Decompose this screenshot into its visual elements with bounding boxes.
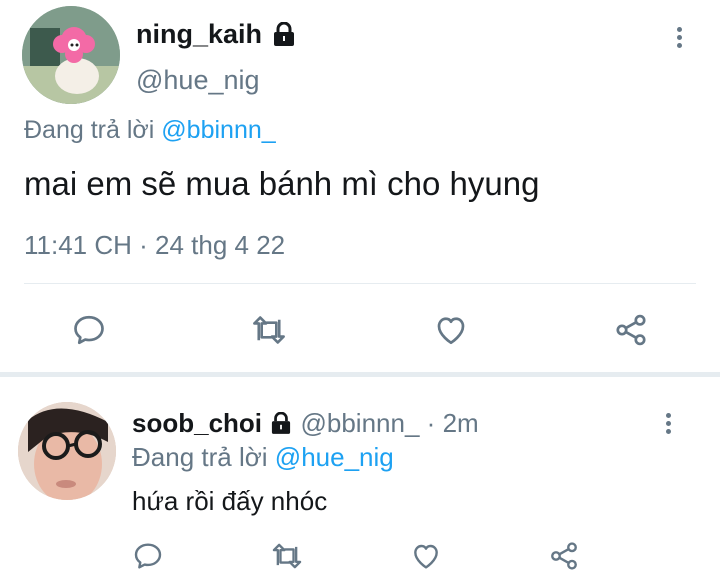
reply-more-icon[interactable] xyxy=(666,410,671,437)
time-separator: · xyxy=(426,408,436,438)
reply-display-name[interactable]: soob_choi xyxy=(132,408,262,438)
lock-icon xyxy=(273,21,294,46)
avatar[interactable] xyxy=(22,6,120,104)
share-button[interactable] xyxy=(546,538,582,574)
reply-prefix: Đang trả lời xyxy=(132,442,268,472)
share-icon xyxy=(551,542,577,570)
reply-context: Đang trả lời @hue_nig xyxy=(132,441,394,473)
reply-text: hứa rồi đấy nhóc xyxy=(132,486,328,516)
retweet-icon xyxy=(253,316,285,344)
reply-avatar-image xyxy=(18,402,116,500)
reply-prefix: Đang trả lời xyxy=(24,116,155,144)
share-icon xyxy=(616,314,646,346)
reply-avatar[interactable] xyxy=(18,402,116,500)
reply-to-link[interactable]: @hue_nig xyxy=(275,442,394,472)
share-button[interactable] xyxy=(610,310,652,350)
reply-context: Đang trả lời @bbinnn_ xyxy=(24,115,276,145)
like-button[interactable] xyxy=(430,310,472,350)
like-icon xyxy=(414,544,438,569)
lock-icon xyxy=(272,412,291,435)
reply-icon xyxy=(74,315,104,345)
section-divider xyxy=(0,372,720,377)
reply-button[interactable] xyxy=(68,310,110,350)
more-icon[interactable] xyxy=(677,24,682,51)
like-button[interactable] xyxy=(408,538,444,574)
divider xyxy=(24,283,696,284)
timestamp[interactable]: 11:41 CH · 24 thg 4 22 xyxy=(24,229,285,261)
reply-icon xyxy=(134,543,162,569)
display-name[interactable]: ning_kaih xyxy=(136,18,295,50)
reply-to-link[interactable]: @bbinnn_ xyxy=(161,116,275,144)
display-name-text: ning_kaih xyxy=(136,19,263,49)
reply-button[interactable] xyxy=(130,538,166,574)
retweet-button[interactable] xyxy=(268,538,306,574)
retweet-icon xyxy=(272,543,302,569)
like-icon xyxy=(437,317,465,345)
retweet-button[interactable] xyxy=(248,310,290,350)
reply-time[interactable]: 2m xyxy=(443,408,479,438)
avatar-image xyxy=(22,6,120,104)
handle[interactable]: @hue_nig xyxy=(136,64,260,96)
reply-header: soob_choi @bbinnn_ · 2m xyxy=(132,407,479,439)
tweet-text: mai em sẽ mua bánh mì cho hyung xyxy=(24,165,540,202)
reply-handle[interactable]: @bbinnn_ xyxy=(300,408,419,438)
